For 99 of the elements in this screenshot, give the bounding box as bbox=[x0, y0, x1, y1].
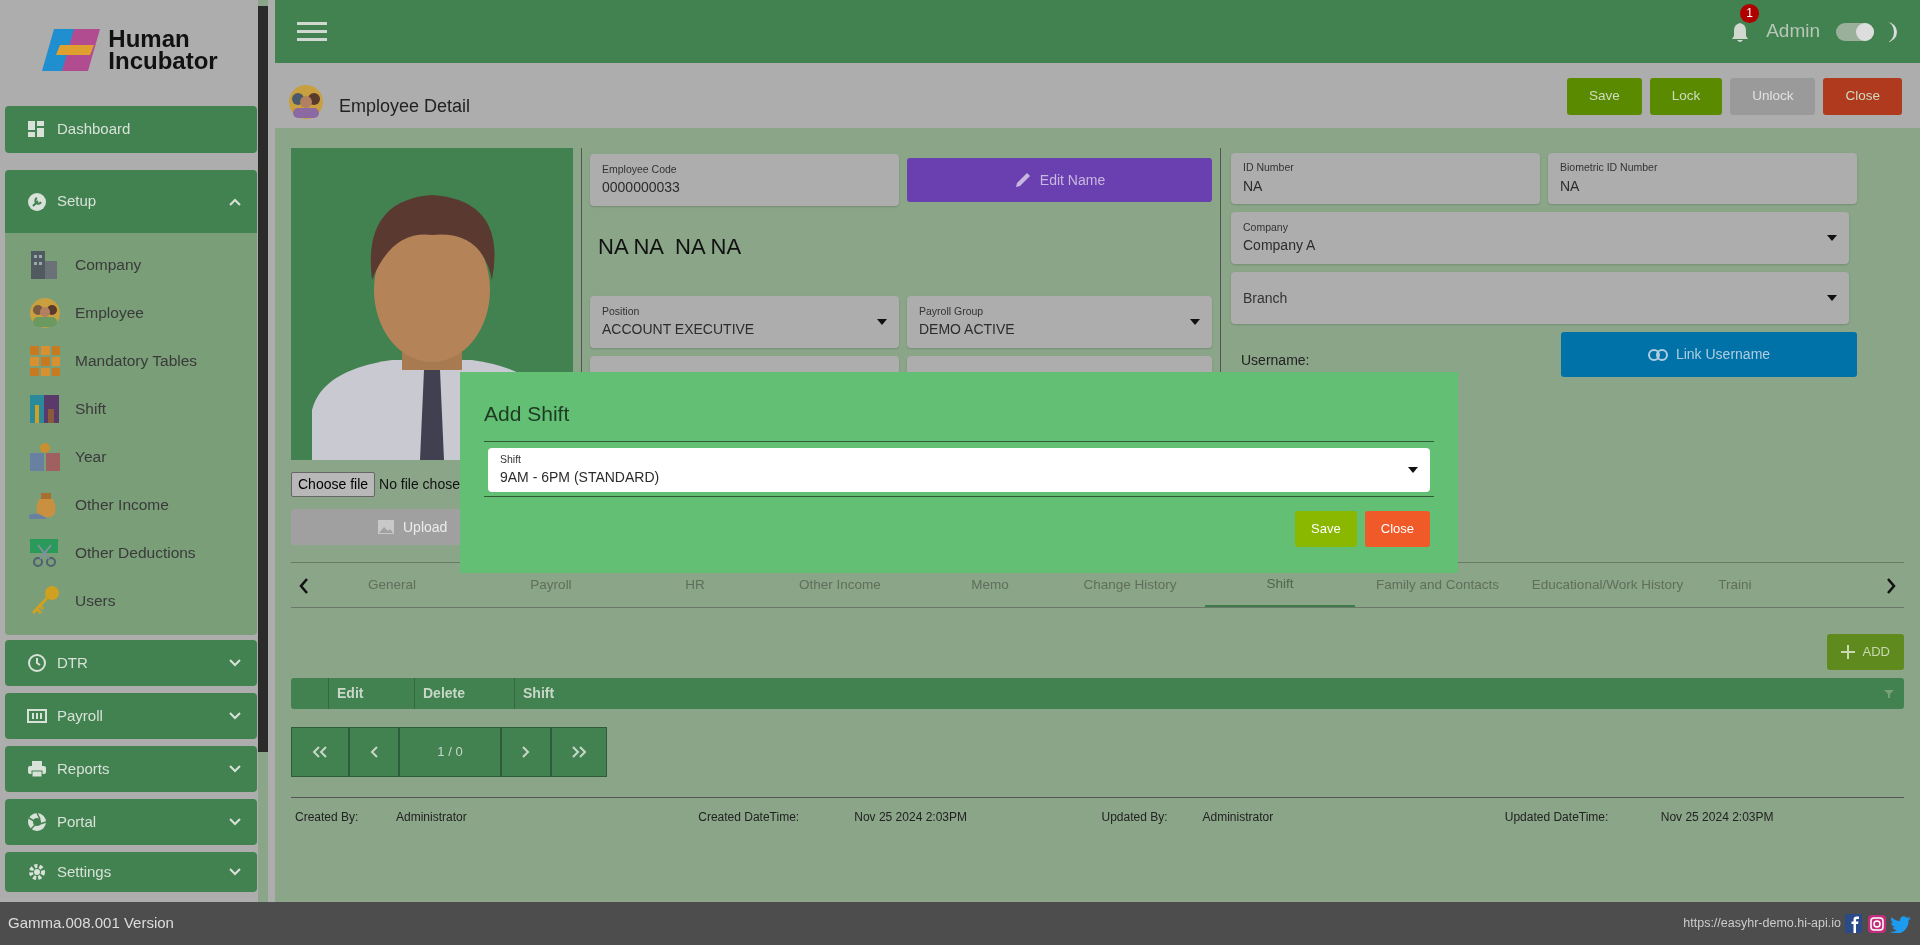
next-page-button[interactable] bbox=[501, 727, 551, 777]
sidebar-subitem[interactable]: Shift bbox=[29, 385, 257, 433]
column-header[interactable]: Edit bbox=[329, 678, 415, 709]
scrollbar[interactable] bbox=[258, 6, 268, 752]
chevron-down-icon bbox=[229, 765, 241, 773]
audit-label: Created DateTime: bbox=[697, 809, 801, 826]
caret-icon bbox=[1190, 319, 1200, 325]
modal-save-button[interactable]: Save bbox=[1295, 511, 1357, 547]
double-chevron-right-icon bbox=[571, 746, 587, 758]
double-chevron-left-icon bbox=[312, 746, 328, 758]
brand-name: Human Incubator bbox=[108, 28, 218, 72]
file-status: No file chose bbox=[379, 475, 460, 494]
caret-icon bbox=[877, 319, 887, 325]
employee-name: NA NA NA NA bbox=[598, 233, 743, 261]
chevron-down-icon bbox=[229, 712, 241, 720]
add-button[interactable]: ADD bbox=[1826, 634, 1904, 670]
text-field[interactable]: Biometric ID Number NA bbox=[1548, 153, 1857, 204]
audit-value: Nov 25 2024 2:03PM bbox=[1660, 809, 1774, 826]
audit-value: Nov 25 2024 2:03PM bbox=[854, 809, 967, 826]
dashboard-icon bbox=[27, 119, 47, 140]
sidebar-item[interactable]: Setup bbox=[5, 170, 257, 233]
sidebar-item[interactable]: Reports bbox=[5, 746, 257, 792]
bell-icon bbox=[1730, 20, 1751, 43]
text-field[interactable]: ID Number NA bbox=[1231, 153, 1540, 204]
notification-button[interactable] bbox=[1730, 20, 1751, 43]
scissors-bill-icon bbox=[29, 537, 61, 569]
link-icon bbox=[1647, 348, 1668, 361]
select-field[interactable]: Payroll Group DEMO ACTIVE bbox=[907, 296, 1212, 348]
audit-value: Administrator bbox=[1202, 809, 1274, 826]
plus-icon bbox=[1840, 645, 1855, 659]
settings-icon bbox=[27, 862, 47, 882]
chevron-left-icon bbox=[370, 746, 378, 758]
select-field[interactable]: Company Company A bbox=[1231, 212, 1849, 264]
version-text: Gamma.008.001 Version bbox=[8, 913, 175, 934]
caret-icon bbox=[1408, 467, 1418, 473]
text-field[interactable]: Employee Code 0000000033 bbox=[590, 154, 899, 206]
sidebar-subitem[interactable]: Other Income bbox=[29, 481, 257, 529]
clock-icon bbox=[27, 653, 47, 673]
select-field[interactable]: Branch bbox=[1231, 272, 1849, 324]
select-field[interactable]: Shift 9AM - 6PM (STANDARD) bbox=[488, 448, 1430, 492]
audit-label: Updated DateTime: bbox=[1503, 809, 1610, 826]
lock-button[interactable]: Lock bbox=[1649, 78, 1723, 115]
chevron-down-icon bbox=[229, 868, 241, 876]
page-indicator: 1 / 0 bbox=[399, 727, 501, 777]
column-header[interactable]: Shift bbox=[515, 678, 1884, 709]
tiles-icon bbox=[29, 345, 61, 377]
username-label: Username: bbox=[1240, 351, 1311, 370]
column-header[interactable]: Delete bbox=[415, 678, 515, 709]
audit-value: Administrator bbox=[396, 809, 467, 826]
user-name[interactable]: Admin bbox=[1766, 17, 1820, 46]
edit-name-button[interactable]: Edit Name bbox=[907, 158, 1212, 202]
image-icon bbox=[377, 519, 395, 535]
page-title: Employee Detail bbox=[339, 95, 471, 118]
sidebar-subitem[interactable]: Year bbox=[29, 433, 257, 481]
sidebar-item[interactable]: Dashboard bbox=[5, 106, 257, 153]
sidebar-subitem[interactable]: Mandatory Tables bbox=[29, 337, 257, 385]
audit-label: Updated By: bbox=[1100, 809, 1169, 826]
sidebar-item[interactable]: DTR bbox=[5, 640, 257, 686]
chevron-left-icon bbox=[299, 577, 309, 594]
first-page-button[interactable] bbox=[291, 727, 349, 777]
people-icon bbox=[29, 297, 61, 329]
notification-count: 1 bbox=[1740, 4, 1760, 24]
filter-icon bbox=[1884, 688, 1894, 699]
caret-icon bbox=[1827, 295, 1837, 301]
aperture-icon bbox=[27, 812, 47, 832]
sidebar-subitem[interactable]: Employee bbox=[29, 289, 257, 337]
link-username-button[interactable]: Link Username bbox=[1561, 332, 1857, 377]
key-icon bbox=[29, 585, 61, 617]
select-field[interactable]: Position ACCOUNT EXECUTIVE bbox=[590, 296, 899, 348]
chevron-down-icon bbox=[229, 659, 241, 667]
instagram-icon[interactable] bbox=[1868, 914, 1886, 933]
pencil-icon bbox=[1013, 171, 1032, 189]
prev-page-button[interactable] bbox=[349, 727, 399, 777]
chevron-down-icon bbox=[229, 818, 241, 826]
modal-title: Add Shift bbox=[484, 398, 1434, 442]
menu-icon bbox=[297, 20, 327, 43]
chevron-right-icon bbox=[522, 746, 530, 758]
sidebar-subitem[interactable]: Company bbox=[29, 241, 257, 289]
chevron-up-icon bbox=[229, 197, 241, 206]
last-page-button[interactable] bbox=[551, 727, 607, 777]
menu-button[interactable] bbox=[297, 20, 327, 43]
toggle-switch[interactable] bbox=[1836, 22, 1874, 41]
chevron-right-icon bbox=[1886, 577, 1896, 594]
audit-label: Created By: bbox=[294, 809, 360, 826]
facebook-icon[interactable] bbox=[1845, 914, 1862, 933]
modal-close-button[interactable]: Close bbox=[1364, 511, 1430, 547]
sidebar-item[interactable]: Portal bbox=[5, 799, 257, 845]
sidebar-item[interactable]: Settings bbox=[5, 852, 257, 892]
printer-icon bbox=[27, 759, 47, 779]
file-button[interactable]: Choose file bbox=[291, 472, 376, 497]
sidebar-subitem[interactable]: Users bbox=[29, 577, 257, 625]
website-link[interactable]: https://easyhr-demo.hi-api.io bbox=[1683, 914, 1841, 933]
money-bill-icon bbox=[27, 706, 47, 726]
close-button[interactable]: Close bbox=[1823, 78, 1902, 115]
people-icon bbox=[289, 84, 323, 120]
save-button[interactable]: Save bbox=[1566, 78, 1642, 115]
sidebar-subitem[interactable]: Other Deductions bbox=[29, 529, 257, 577]
caret-icon bbox=[1827, 235, 1837, 241]
sidebar-item[interactable]: Payroll bbox=[5, 693, 257, 739]
